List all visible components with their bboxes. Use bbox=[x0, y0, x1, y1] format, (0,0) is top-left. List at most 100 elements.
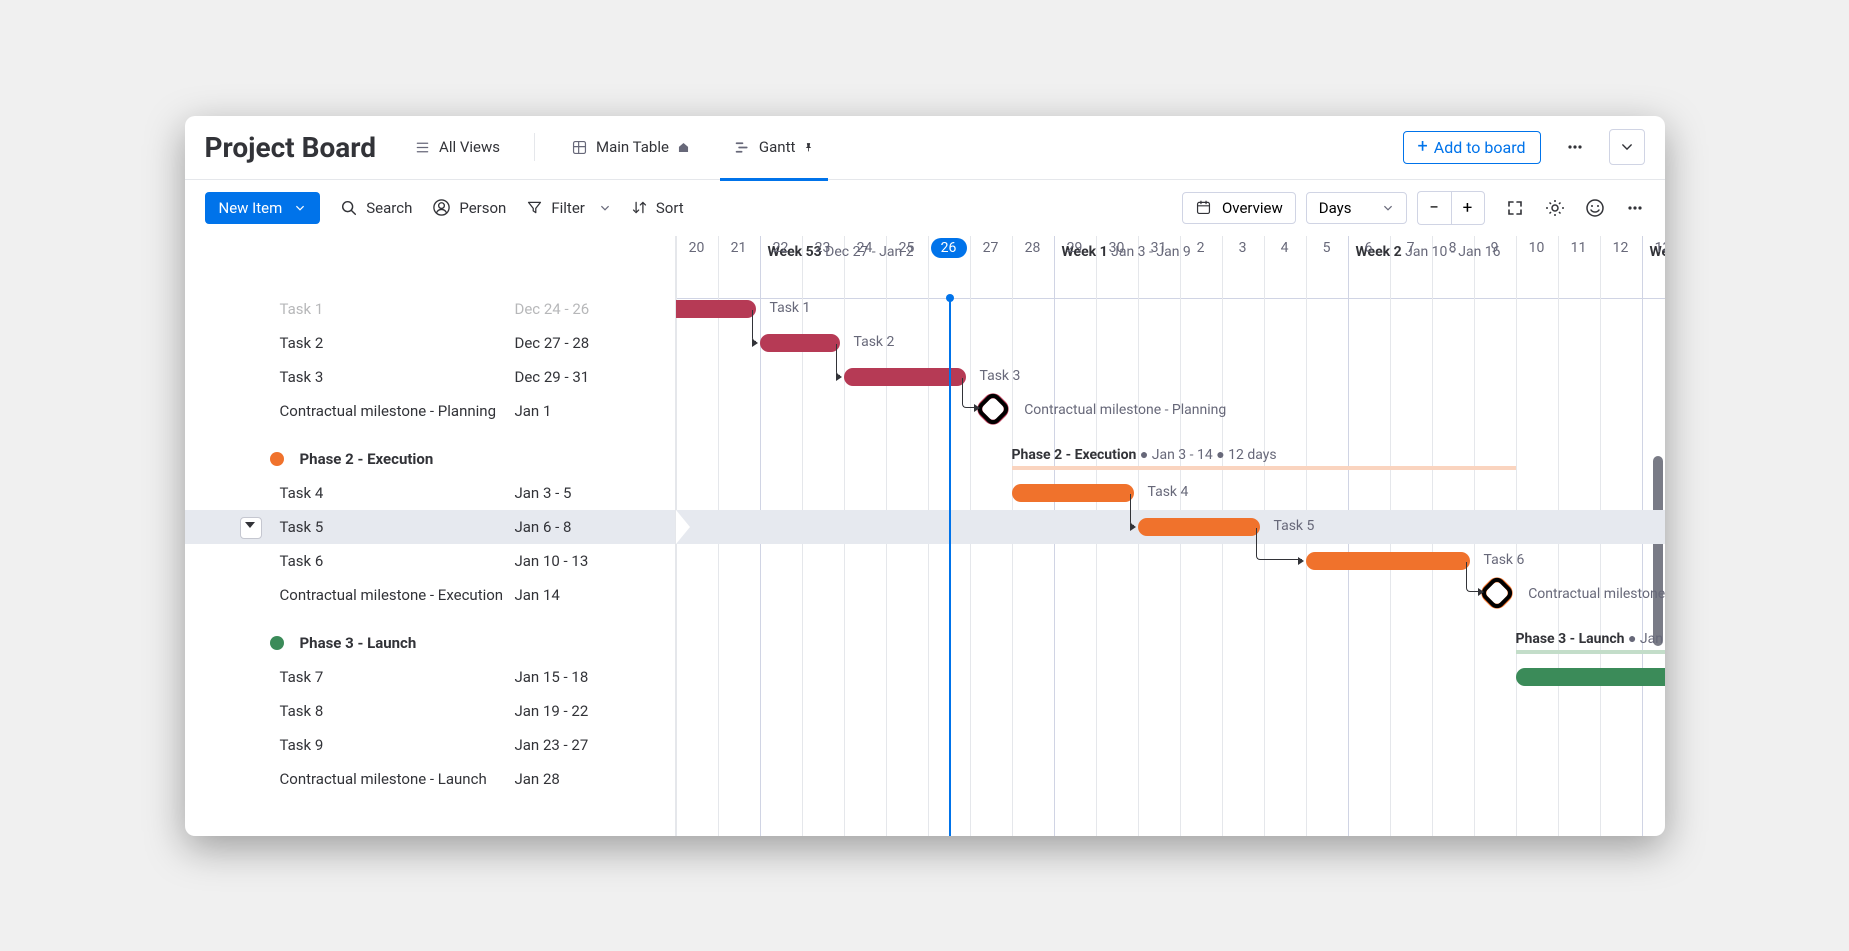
task-row[interactable]: Task 7Jan 15 - 18 bbox=[185, 660, 675, 694]
milestone-marker[interactable] bbox=[980, 396, 1005, 421]
add-to-board-label: Add to board bbox=[1434, 138, 1526, 157]
day-number: 23 bbox=[802, 236, 844, 256]
new-item-label: New Item bbox=[219, 199, 283, 217]
task-name: Task 7 bbox=[280, 668, 515, 686]
group-header[interactable]: Phase 2 - Execution bbox=[185, 442, 675, 476]
dots-icon bbox=[1565, 137, 1585, 157]
task-bar-label: Task 2 bbox=[854, 334, 895, 350]
group-header[interactable]: Phase 3 - Launch bbox=[185, 626, 675, 660]
more-icon[interactable] bbox=[1625, 198, 1645, 218]
task-bar[interactable] bbox=[1306, 552, 1470, 570]
task-bar-label: Task 1 bbox=[770, 300, 811, 316]
day-number: 7 bbox=[1390, 236, 1432, 256]
task-date: Dec 24 - 26 bbox=[515, 300, 675, 318]
scale-select[interactable]: Days bbox=[1306, 192, 1407, 224]
feedback-icon[interactable] bbox=[1585, 198, 1605, 218]
task-name: Contractual milestone - Launch bbox=[280, 770, 515, 788]
task-bar[interactable] bbox=[844, 368, 966, 386]
task-bar[interactable] bbox=[1138, 518, 1260, 536]
plus-icon: + bbox=[1418, 138, 1428, 156]
add-to-board-button[interactable]: + Add to board bbox=[1403, 131, 1541, 164]
fullscreen-icon[interactable] bbox=[1505, 198, 1525, 218]
task-row[interactable]: Task 3Dec 29 - 31 bbox=[185, 360, 675, 394]
day-number: 9 bbox=[1474, 236, 1516, 256]
tab-gantt[interactable]: Gantt bbox=[720, 122, 828, 172]
task-row[interactable]: Contractual milestone - LaunchJan 28 bbox=[185, 762, 675, 796]
task-name: Task 1 bbox=[280, 300, 515, 318]
new-item-button[interactable]: New Item bbox=[205, 192, 321, 224]
task-name: Task 4 bbox=[280, 484, 515, 502]
task-row[interactable]: Task 4Jan 3 - 5 bbox=[185, 476, 675, 510]
task-bar[interactable] bbox=[675, 300, 756, 318]
person-filter-button[interactable]: Person bbox=[432, 198, 506, 217]
overview-select[interactable]: Overview bbox=[1182, 192, 1296, 224]
list-icon bbox=[414, 139, 431, 156]
separator bbox=[534, 133, 535, 161]
phase-underline bbox=[1516, 650, 1665, 654]
today-line bbox=[949, 298, 951, 836]
collapse-button[interactable] bbox=[1609, 129, 1645, 165]
task-bar[interactable] bbox=[760, 334, 840, 352]
milestone-label: Contractual milestone - Execution bbox=[1528, 586, 1664, 602]
sort-label: Sort bbox=[656, 199, 684, 217]
day-number: 2 bbox=[1180, 236, 1222, 256]
all-views-label: All Views bbox=[439, 138, 500, 156]
filter-button[interactable]: Filter bbox=[526, 199, 611, 217]
task-row[interactable]: Contractual milestone - PlanningJan 1 bbox=[185, 394, 675, 428]
task-row[interactable]: Task 2Dec 27 - 28 bbox=[185, 326, 675, 360]
task-bar-label: Task 6 bbox=[1484, 552, 1525, 568]
task-row[interactable]: Task 5Jan 6 - 8 bbox=[185, 510, 675, 544]
today-marker: 26 bbox=[931, 238, 967, 258]
task-name: Task 8 bbox=[280, 702, 515, 720]
task-date: Dec 27 - 28 bbox=[515, 334, 675, 352]
search-button[interactable]: Search bbox=[340, 199, 412, 217]
person-icon bbox=[432, 198, 451, 217]
task-date: Jan 14 bbox=[515, 586, 675, 604]
search-label: Search bbox=[366, 199, 412, 217]
task-bar[interactable] bbox=[1012, 484, 1134, 502]
zoom-out-button[interactable]: − bbox=[1417, 191, 1451, 225]
home-icon bbox=[677, 141, 690, 154]
chevron-down-icon bbox=[1620, 140, 1634, 154]
task-bar[interactable] bbox=[1516, 668, 1665, 686]
task-row[interactable]: Task 1Dec 24 - 26 bbox=[185, 292, 675, 326]
task-row[interactable]: Contractual milestone - ExecutionJan 14 bbox=[185, 578, 675, 612]
zoom-in-button[interactable]: + bbox=[1451, 191, 1485, 225]
task-name: Task 9 bbox=[280, 736, 515, 754]
day-number: 3 bbox=[1222, 236, 1264, 256]
all-views-button[interactable]: All Views bbox=[402, 132, 512, 162]
day-number: 13 bbox=[1642, 236, 1665, 256]
group-color-dot bbox=[270, 452, 284, 466]
today-dot bbox=[946, 294, 954, 302]
task-row[interactable]: Task 6Jan 10 - 13 bbox=[185, 544, 675, 578]
milestone-label: Contractual milestone - Planning bbox=[1024, 402, 1226, 418]
day-number: 12 bbox=[1600, 236, 1642, 256]
task-row[interactable]: Task 9Jan 23 - 27 bbox=[185, 728, 675, 762]
tab-main-label: Main Table bbox=[596, 138, 669, 156]
day-number: 20 bbox=[676, 236, 718, 256]
gear-icon[interactable] bbox=[1545, 198, 1565, 218]
day-number: 6 bbox=[1348, 236, 1390, 256]
day-number: 8 bbox=[1432, 236, 1474, 256]
phase-label: Phase 2 - Execution ● Jan 3 - 14 ● 12 da… bbox=[1012, 446, 1277, 463]
milestone-marker[interactable] bbox=[1484, 580, 1509, 605]
calendar-icon bbox=[1195, 199, 1212, 216]
sort-button[interactable]: Sort bbox=[631, 199, 684, 217]
tab-gantt-label: Gantt bbox=[759, 138, 795, 156]
more-menu-button[interactable] bbox=[1557, 129, 1593, 165]
task-name: Task 3 bbox=[280, 368, 515, 386]
day-number: 31 bbox=[1138, 236, 1180, 256]
pin-icon bbox=[803, 142, 814, 153]
task-row[interactable]: Task 8Jan 19 - 22 bbox=[185, 694, 675, 728]
task-date: Jan 10 - 13 bbox=[515, 552, 675, 570]
gantt-icon bbox=[734, 139, 751, 156]
gantt-canvas[interactable]: ec 26Week 53 Dec 27 - Jan 2Week 1 Jan 3 … bbox=[675, 236, 1665, 836]
tab-main-table[interactable]: Main Table bbox=[557, 122, 704, 172]
task-name: Task 2 bbox=[280, 334, 515, 352]
group-name: Phase 2 - Execution bbox=[300, 450, 434, 468]
task-date: Jan 1 bbox=[515, 402, 675, 420]
chevron-down-icon bbox=[294, 202, 306, 214]
phase-label: Phase 3 - Launch ● Jan 15 - 28 ● 14 days bbox=[1516, 630, 1665, 647]
phase-underline bbox=[1012, 466, 1516, 470]
table-icon bbox=[571, 139, 588, 156]
